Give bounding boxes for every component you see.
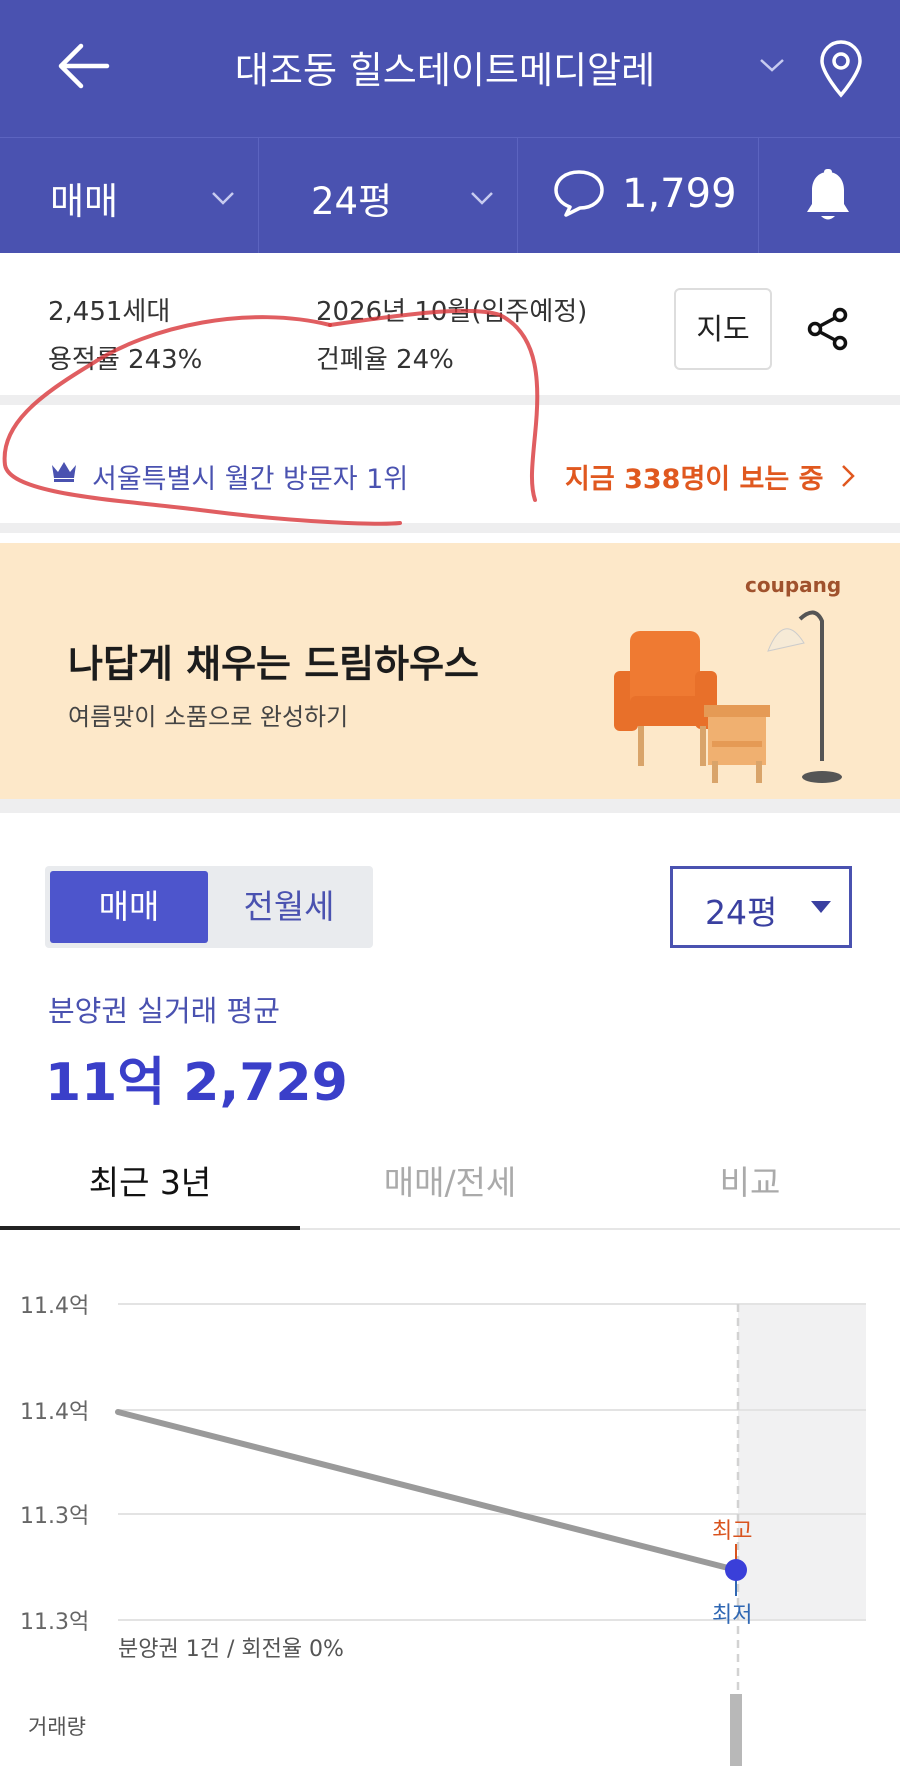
- y-tick-label: 11.3억: [20, 1610, 89, 1635]
- furniture-illustration: [614, 610, 842, 783]
- chart-footnote: 분양권 1건 / 회전율 0%: [118, 1637, 344, 1662]
- speech-bubble-icon: [554, 170, 604, 217]
- series-line: [115, 1409, 739, 1573]
- map-button[interactable]: 지도: [674, 288, 772, 370]
- y-tick-label: 11.3억: [20, 1504, 89, 1529]
- low-label: 최저: [712, 1603, 752, 1628]
- top-bar: 대조동 힐스테이트메디알레: [0, 0, 900, 137]
- toggle-rent[interactable]: 전월세: [210, 871, 368, 943]
- bell-icon[interactable]: [803, 168, 853, 224]
- trade-type-dropdown[interactable]: 매매: [0, 138, 259, 254]
- tab-recent-3y[interactable]: 최근 3년: [0, 1156, 300, 1204]
- price-chart[interactable]: 11.4억11.4억11.3억11.3억최고최저분양권 1건 / 회전율 0%거…: [0, 1232, 900, 1766]
- size-dropdown[interactable]: 24평: [259, 138, 518, 254]
- ad-headline: 나답게 채우는 드림하우스: [68, 642, 480, 686]
- share-icon[interactable]: [806, 307, 850, 351]
- active-tab-indicator: [0, 1226, 300, 1230]
- back-arrow-icon[interactable]: [55, 42, 111, 90]
- comments-button[interactable]: 1,799: [518, 138, 759, 254]
- average-label: 분양권 실거래 평균: [48, 994, 280, 1028]
- data-point: [725, 1559, 747, 1581]
- size-select-value: 24평: [705, 893, 778, 932]
- size-select[interactable]: 24평: [670, 866, 852, 948]
- chevron-right-icon: [842, 465, 855, 487]
- size-label: 24평: [311, 180, 393, 223]
- chevron-down-icon: [212, 192, 234, 205]
- average-price: 11억 2,729: [45, 1053, 348, 1113]
- toggle-sale[interactable]: 매매: [50, 871, 208, 943]
- y-tick-label: 11.4억: [20, 1294, 89, 1319]
- tab-sale-jeonse[interactable]: 매매/전세: [300, 1156, 600, 1204]
- chevron-down-icon: [471, 192, 493, 205]
- volume-bar: [730, 1694, 742, 1766]
- filter-bar: 매매 24평 1,799: [0, 137, 900, 254]
- ad-banner[interactable]: coupang 나답게 채우는 드림하우스 여름맞이 소품으로 완성하기: [0, 543, 900, 813]
- high-label: 최고: [712, 1519, 752, 1544]
- chart-tabs: 최근 3년 매매/전세 비교: [0, 1140, 900, 1230]
- chevron-down-icon[interactable]: [758, 56, 786, 74]
- comment-count: 1,799: [622, 171, 737, 217]
- viewers-count[interactable]: 지금 338명이 보는 중: [565, 457, 823, 496]
- volume-label: 거래량: [28, 1715, 86, 1739]
- location-pin-icon[interactable]: [818, 40, 864, 98]
- ad-subline: 여름맞이 소품으로 완성하기: [68, 703, 349, 731]
- tab-compare[interactable]: 비교: [600, 1156, 900, 1204]
- trade-type-label: 매매: [50, 180, 119, 223]
- page-title[interactable]: 대조동 힐스테이트메디알레: [205, 40, 685, 94]
- trade-toggle: 매매 전월세: [45, 866, 373, 948]
- y-tick-label: 11.4억: [20, 1400, 89, 1425]
- rank-banner[interactable]: 서울특별시 월간 방문자 1위 지금 338명이 보는 중: [0, 308, 900, 533]
- ad-brand-logo: coupang: [745, 573, 842, 597]
- caret-down-icon: [811, 901, 831, 913]
- future-region: [738, 1304, 866, 1620]
- hand-drawn-annotation: [2, 308, 540, 526]
